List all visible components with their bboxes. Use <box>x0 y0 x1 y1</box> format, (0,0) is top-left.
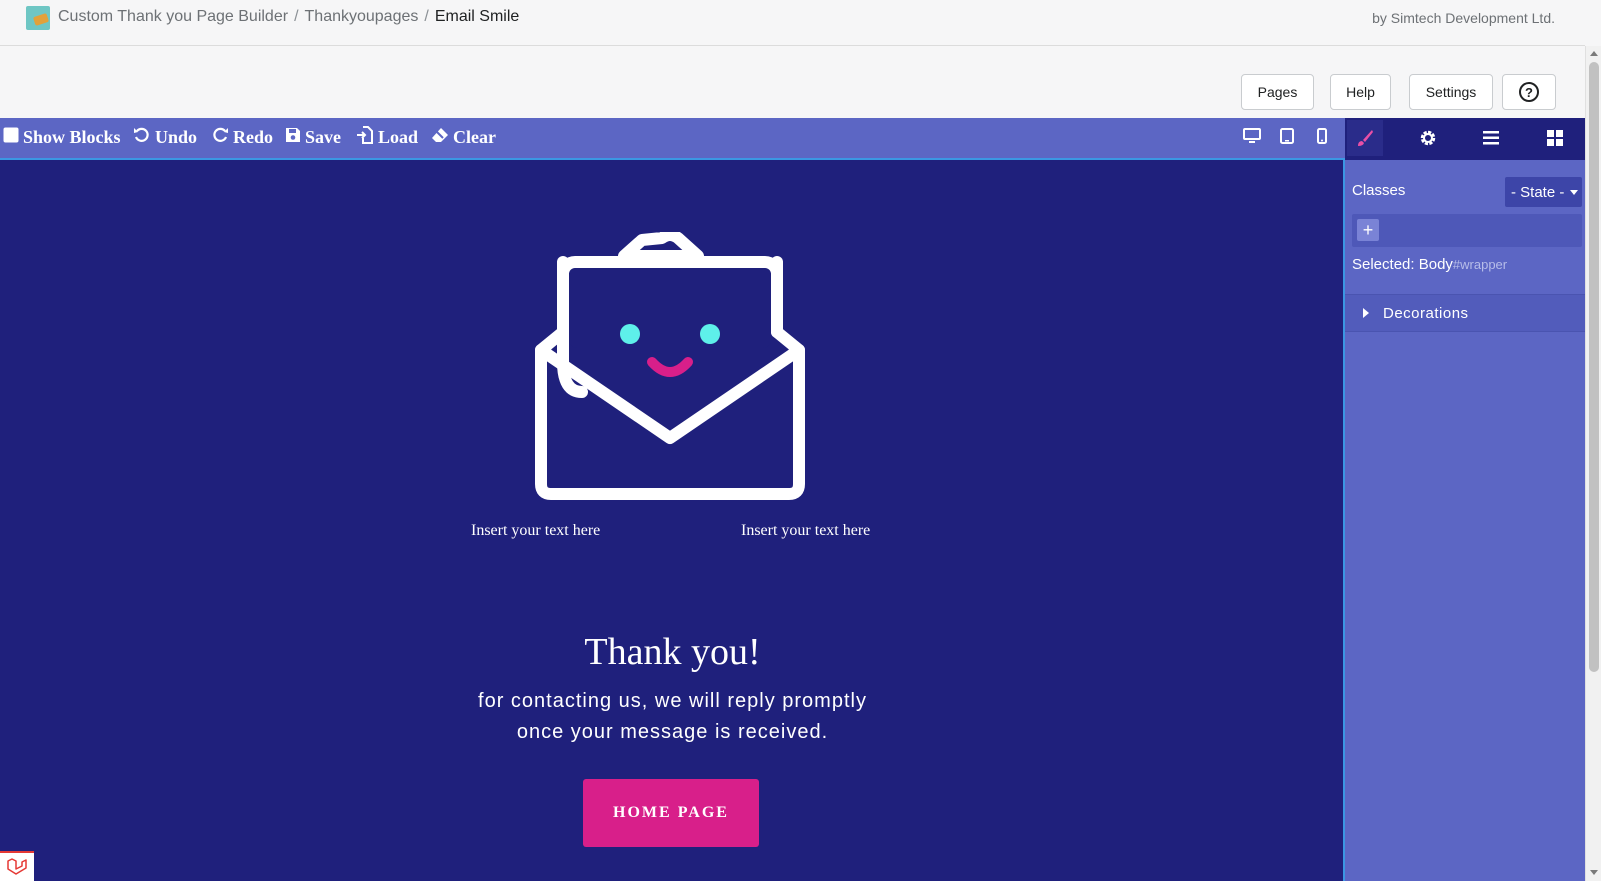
scroll-thumb[interactable] <box>1589 62 1599 672</box>
breadcrumb-section[interactable]: Thankyoupages <box>305 8 419 25</box>
floppy-icon <box>285 127 305 148</box>
settings-button[interactable]: Settings <box>1409 74 1493 110</box>
app-header: Custom Thank you Page Builder / Thankyoupa… <box>0 0 1585 46</box>
pages-button[interactable]: Pages <box>1241 74 1314 110</box>
page-editor: Show Blocks Undo Redo Save Load Clear In… <box>0 118 1585 881</box>
caret-right-icon <box>1363 308 1369 318</box>
clear-button[interactable]: Clear <box>431 126 496 148</box>
style-manager-panel: Classes - State - + Selected: Body#wrapp… <box>1345 118 1585 881</box>
eraser-icon <box>431 126 453 149</box>
selected-label: Selected: <box>1352 256 1415 273</box>
breadcrumb-separator: / <box>424 8 429 25</box>
classes-container: + <box>1352 214 1582 247</box>
selected-id: #wrapper <box>1452 257 1508 272</box>
layers-icon[interactable] <box>1473 120 1509 156</box>
envelope-smile-icon[interactable] <box>530 232 810 512</box>
load-label: Load <box>378 126 419 147</box>
mobile-icon[interactable] <box>1312 127 1332 145</box>
decorations-sector[interactable]: Decorations <box>1345 294 1585 332</box>
text-block-left[interactable]: Insert your text here <box>471 522 600 540</box>
right-eye <box>700 324 720 344</box>
show-blocks-button[interactable]: Show Blocks <box>3 126 121 148</box>
editor-toolbar: Show Blocks Undo Redo Save Load Clear <box>0 118 1345 160</box>
blocks-icon[interactable] <box>1537 120 1573 156</box>
breadcrumb-app[interactable]: Custom Thank you Page Builder <box>58 8 288 25</box>
add-class-button[interactable]: + <box>1357 219 1379 241</box>
subtitle-line-2: once your message is received. <box>516 721 829 743</box>
state-select-value: - State - <box>1511 183 1565 201</box>
save-button[interactable]: Save <box>285 126 341 148</box>
left-eye <box>620 324 640 344</box>
undo-icon <box>133 126 155 149</box>
show-blocks-label: Show Blocks <box>23 126 121 147</box>
page-scrollbar[interactable] <box>1585 46 1601 881</box>
redo-label: Redo <box>233 126 273 147</box>
gear-icon[interactable] <box>1410 120 1446 156</box>
thank-you-subtitle[interactable]: for contacting us, we will reply promptl… <box>0 686 1345 748</box>
scroll-down-arrow[interactable] <box>1590 870 1598 875</box>
redo-icon <box>211 126 233 149</box>
undo-button[interactable]: Undo <box>133 126 197 148</box>
decorations-label: Decorations <box>1383 304 1469 322</box>
developer-byline: by Simtech Development Ltd. <box>1372 10 1555 26</box>
help-button[interactable]: Help <box>1330 74 1391 110</box>
redo-button[interactable]: Redo <box>211 126 273 148</box>
panel-tabs <box>1345 118 1585 160</box>
selected-name: Body <box>1418 256 1453 273</box>
save-label: Save <box>305 126 341 147</box>
load-button[interactable]: Load <box>356 125 419 149</box>
tablet-icon[interactable] <box>1277 127 1297 145</box>
desktop-icon[interactable] <box>1242 127 1262 145</box>
thank-you-title[interactable]: Thank you! <box>0 630 1345 674</box>
subtitle-line-1: for contacting us, we will reply promptl… <box>478 690 867 712</box>
breadcrumb: Custom Thank you Page Builder / Thankyoupa… <box>58 8 519 26</box>
classes-label: Classes <box>1352 182 1406 199</box>
breadcrumb-separator: / <box>294 8 299 25</box>
scroll-up-arrow[interactable] <box>1590 51 1598 56</box>
breadcrumb-current: Email Smile <box>434 8 520 25</box>
clear-label: Clear <box>453 126 496 147</box>
question-icon: ? <box>1519 82 1539 102</box>
page-canvas[interactable]: Insert your text here Insert your text h… <box>0 160 1345 881</box>
checkbox-icon <box>3 127 23 148</box>
undo-label: Undo <box>155 126 198 147</box>
text-block-right[interactable]: Insert your text here <box>741 522 870 540</box>
help-circle-button[interactable]: ? <box>1502 74 1556 110</box>
app-logo <box>26 6 50 30</box>
import-icon <box>356 125 378 149</box>
state-select[interactable]: - State - <box>1505 177 1582 207</box>
home-page-button[interactable]: HOME PAGE <box>583 779 759 847</box>
framework-logo-icon[interactable] <box>0 851 34 881</box>
selected-element: Selected: Body#wrapper <box>1352 256 1507 273</box>
brush-icon[interactable] <box>1347 120 1383 156</box>
caret-down-icon <box>1570 189 1579 195</box>
